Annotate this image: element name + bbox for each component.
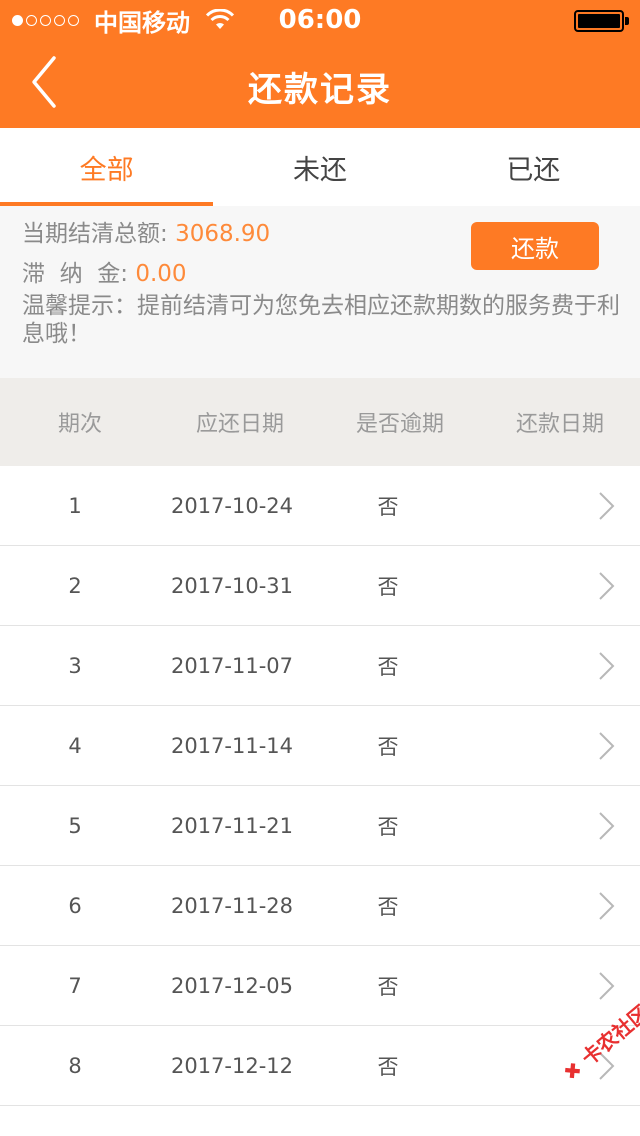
chevron-right-icon [599,572,615,600]
cell-due-date: 2017-12-12 [170,1054,294,1078]
cell-overdue: 否 [377,975,399,999]
table-row[interactable]: 4 2017-11-14 否 [0,706,640,786]
late-fee-label: 滞 纳 金: [22,261,128,287]
cell-overdue: 否 [377,735,399,759]
table-row[interactable]: 8 2017-12-12 否 [0,1026,640,1106]
table-row[interactable]: 2 2017-10-31 否 [0,546,640,626]
cell-period: 4 [68,734,82,758]
cell-period: 6 [68,894,82,918]
cell-due-date: 2017-11-28 [170,894,294,918]
cell-period: 8 [68,1054,82,1078]
cell-paid-date [468,626,588,706]
cell-paid-date [468,866,588,946]
repay-button[interactable]: 还款 [471,222,599,270]
status-time: 06:00 [278,5,362,35]
cell-overdue: 否 [377,1055,399,1079]
late-fee-value: 0.00 [135,261,187,287]
col-header-paid-date: 还款日期 [515,412,604,437]
installment-list: 1 2017-10-24 否 2 2017-10-31 否 3 2017-11-07 否 4 201… [0,466,640,1136]
cell-overdue: 否 [377,815,399,839]
col-header-overdue: 是否逾期 [355,412,444,437]
table-header: 期次 应还日期 是否逾期 还款日期 [0,378,640,466]
cell-overdue: 否 [377,575,399,599]
nav-bar: 还款记录 [0,40,640,128]
table-row[interactable]: 1 2017-10-24 否 [0,466,640,546]
cell-due-date: 2017-10-31 [170,574,294,598]
chevron-right-icon [599,892,615,920]
chevron-right-icon [599,652,615,680]
tab-unpaid[interactable]: 未还 [213,128,426,206]
cell-overdue: 否 [377,655,399,679]
cell-paid-date [468,466,588,546]
cell-due-date: 2017-11-07 [170,654,294,678]
cell-period: 2 [68,574,82,598]
cell-due-date: 2017-12-05 [170,974,294,998]
cell-paid-date [468,706,588,786]
table-row[interactable]: 7 2017-12-05 否 [0,946,640,1026]
late-fee-row: 滞 纳 金: 0.00 [22,254,187,288]
cell-paid-date [468,786,588,866]
table-row[interactable]: 3 2017-11-07 否 [0,626,640,706]
cell-paid-date [468,1026,588,1106]
cell-period: 3 [68,654,82,678]
chevron-right-icon [599,492,615,520]
tab-all[interactable]: 全部 [0,128,214,206]
total-value: 3068.90 [175,221,271,247]
table-row-partial[interactable] [0,1106,640,1136]
chevron-right-icon [599,812,615,840]
filter-tabs: 全部 未还 已还 [0,128,640,206]
status-bar: 中国移动 06:00 [0,0,640,40]
col-header-period: 期次 [57,412,102,437]
page-title: 还款记录 [248,70,392,110]
tip-text: 温馨提示：提前结清可为您免去相应还款期数的服务费于利息哦！ [22,293,620,347]
col-header-due-date: 应还日期 [195,412,284,437]
cell-due-date: 2017-11-14 [170,734,294,758]
chevron-right-icon [599,1052,615,1080]
table-row[interactable]: 6 2017-11-28 否 [0,866,640,946]
cell-period: 1 [68,494,82,518]
tab-paid[interactable]: 已还 [427,128,640,206]
cell-paid-date [468,546,588,626]
battery-icon [574,10,624,32]
cell-period: 5 [68,814,82,838]
cell-due-date: 2017-10-24 [170,494,294,518]
cell-due-date: 2017-11-21 [170,814,294,838]
cell-overdue: 否 [377,895,399,919]
chevron-right-icon [599,732,615,760]
chevron-right-icon [599,972,615,1000]
payment-summary: 当期结清总额: 3068.90 滞 纳 金: 0.00 还款 温馨提示：提前结清… [0,206,640,378]
total-row: 当期结清总额: 3068.90 [22,214,270,248]
cell-paid-date [468,946,588,1026]
table-row[interactable]: 5 2017-11-21 否 [0,786,640,866]
cell-period: 7 [68,974,82,998]
total-label: 当期结清总额: [22,221,168,247]
app-header: 中国移动 06:00 还款记录 [0,0,640,128]
cell-overdue: 否 [377,495,399,519]
